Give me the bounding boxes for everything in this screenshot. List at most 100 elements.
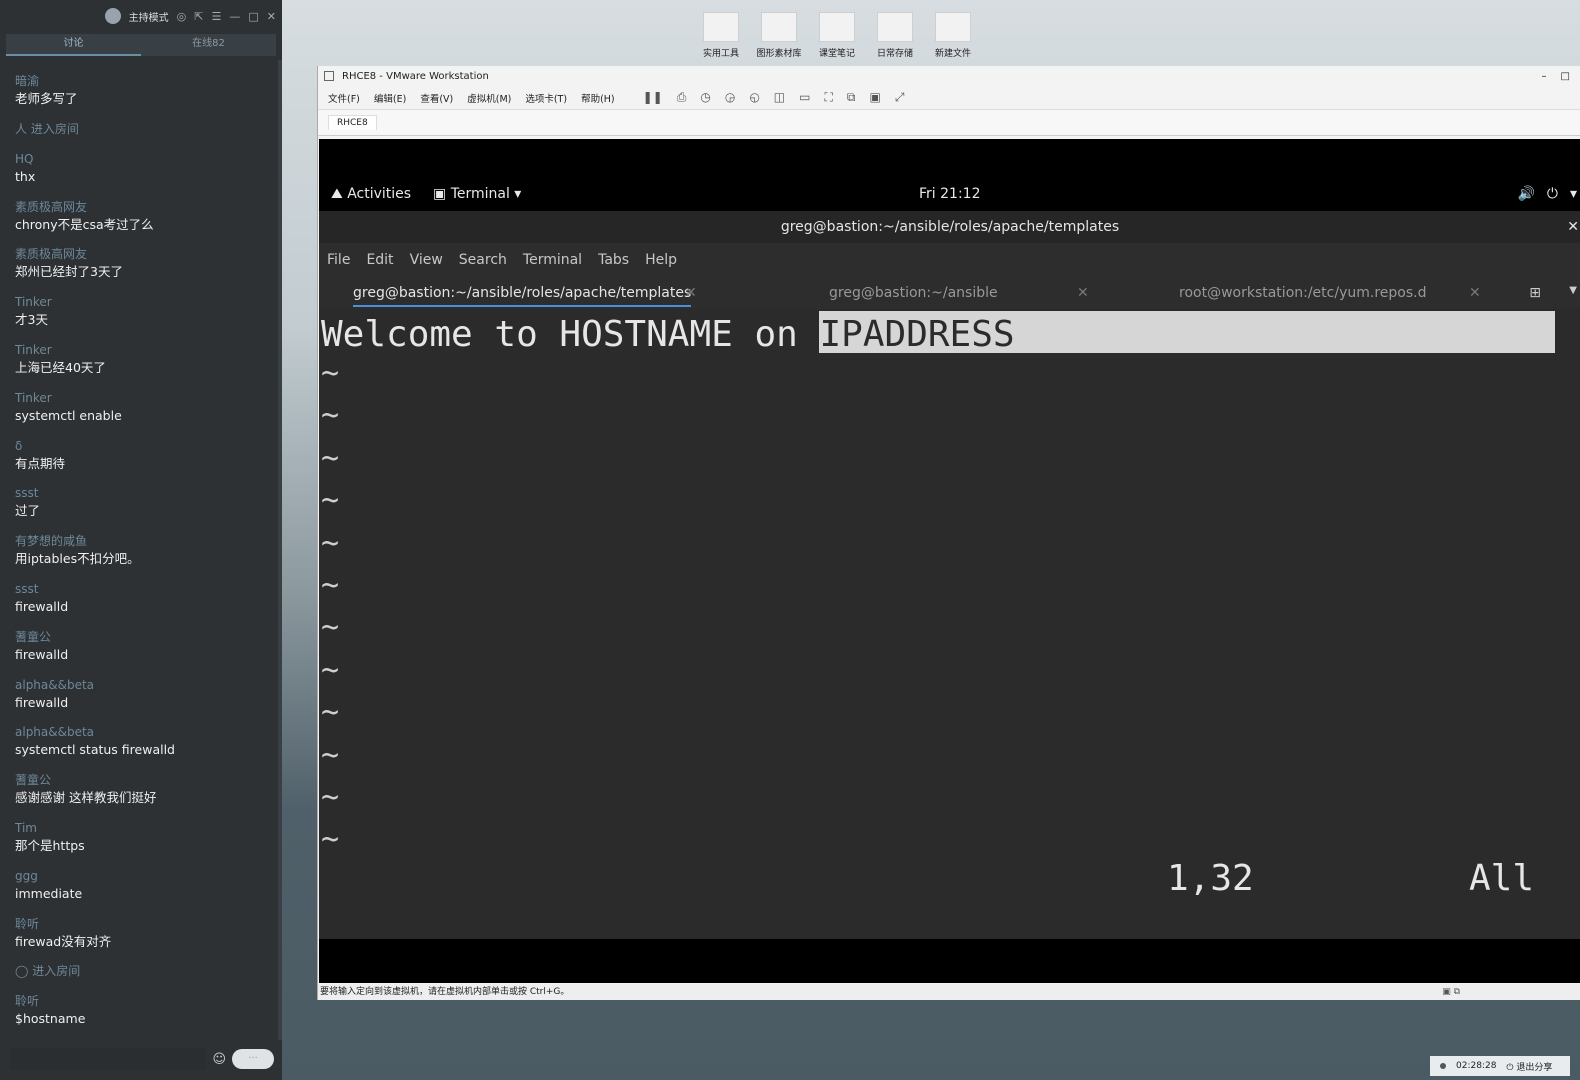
message-author[interactable]: 聆听 — [15, 992, 274, 1010]
vim-editor[interactable]: Welcome to HOSTNAME on IPADDRESS ~ ~ ~ ~ ~ ~ ~… — [319, 309, 1580, 939]
close-icon[interactable]: ✕ — [1567, 211, 1579, 243]
chat-topbar: 主持模式 ◎ ⇱ ☰ — □ ✕ — [0, 0, 282, 32]
maximize-icon[interactable]: □ — [1561, 71, 1570, 82]
volume-icon: 🔊 — [1517, 186, 1535, 202]
exit-share-button[interactable]: ⏻ 退出分享 — [1506, 1060, 1552, 1073]
message-author[interactable]: Tinker — [15, 341, 274, 359]
pause-icon[interactable]: ❚❚ — [643, 90, 663, 105]
unity-icon[interactable]: ⧉ — [847, 90, 856, 105]
menu-help[interactable]: Help — [645, 252, 677, 268]
menu-file[interactable]: 文件(F) — [328, 91, 360, 105]
guest-screen[interactable]: ⛰ Activities ▣ Terminal ▾ Fri 21:12 🔊 ⏻ … — [319, 139, 1580, 983]
menu-edit[interactable]: Edit — [366, 252, 393, 268]
chat-message: 暗渝 老师多写了 — [15, 72, 274, 120]
message-author[interactable]: ggg — [15, 867, 274, 885]
close-tab-icon[interactable]: ✕ — [1469, 285, 1481, 301]
tilde-line: ~ — [321, 356, 340, 391]
settings-icon[interactable]: ◎ — [177, 10, 187, 23]
vm-tabbar: RHCE8 — [318, 110, 1580, 136]
tab-discussion[interactable]: 讨论 — [6, 34, 141, 56]
menu-view[interactable]: 查看(V) — [420, 91, 453, 105]
tab-ansible[interactable]: greg@bastion:~/ansible — [829, 285, 998, 301]
message-author[interactable]: Tinker — [15, 389, 274, 407]
avatar[interactable] — [104, 8, 121, 24]
cursor-position: 1,32 — [1167, 858, 1254, 899]
maximize-icon[interactable]: □ — [248, 10, 258, 23]
menu-terminal[interactable]: Terminal — [523, 252, 582, 268]
chat-input[interactable] — [10, 1048, 207, 1070]
tilde-line: ~ — [321, 610, 340, 646]
menu-help[interactable]: 帮助(H) — [581, 91, 615, 105]
message-text: 过了 — [15, 503, 41, 519]
chat-message: Tinker 上海已经40天了 — [15, 341, 274, 389]
minimize-icon[interactable]: – — [1542, 71, 1547, 82]
terminal-window: greg@bastion:~/ansible/roles/apache/temp… — [319, 211, 1580, 939]
menu-tabs[interactable]: Tabs — [598, 252, 629, 268]
new-tab-icon[interactable]: ⊞ — [1529, 285, 1541, 301]
system-tray[interactable]: 🔊 ⏻ ▾ — [1517, 186, 1577, 202]
message-author[interactable]: δ — [15, 437, 274, 455]
message-author[interactable]: 暗渝 — [15, 72, 274, 90]
app-menu[interactable]: ▣ Terminal ▾ — [433, 186, 521, 202]
tab-templates[interactable]: greg@bastion:~/ansible/roles/apache/temp… — [353, 285, 692, 307]
snapshot-icon[interactable]: ◷ — [700, 90, 710, 105]
desktop-icon[interactable]: 课堂笔记 — [812, 12, 862, 59]
desktop-icon[interactable]: 日常存储 — [870, 12, 920, 59]
send-keys-icon[interactable]: ⎙ — [677, 90, 687, 105]
stretch-icon[interactable]: ⤢ — [895, 90, 905, 105]
sidebar-icon[interactable]: ◫ — [774, 90, 785, 105]
message-author[interactable]: 蓍童公 — [15, 628, 274, 646]
menu-view[interactable]: View — [410, 252, 443, 268]
menu-icon[interactable]: ☰ — [212, 10, 222, 23]
message-author[interactable]: 素质极高网友 — [15, 245, 274, 263]
close-tab-icon[interactable]: ✕ — [1077, 285, 1089, 301]
thumbnail-icon[interactable]: ▭ — [799, 90, 810, 105]
close-icon[interactable]: ✕ — [267, 10, 276, 23]
message-author[interactable]: alpha&&beta — [15, 723, 274, 741]
snapshot-manager-icon[interactable]: ◵ — [749, 90, 759, 105]
selected-text: IPADDRESS — [819, 314, 1015, 355]
clock[interactable]: Fri 21:12 — [919, 186, 980, 202]
message-author[interactable]: Tim — [15, 819, 274, 837]
message-author[interactable]: HQ — [15, 150, 274, 168]
message-text: immediate — [15, 885, 83, 901]
device-icons[interactable]: ▣ ⧉ — [1442, 984, 1460, 1000]
message-text: firewalld — [15, 646, 69, 662]
close-tab-icon[interactable]: ✕ — [685, 285, 697, 301]
menu-tabs[interactable]: 选项卡(T) — [525, 91, 567, 105]
message-author[interactable]: 聆听 — [15, 915, 274, 933]
message-author[interactable]: ssst — [15, 580, 274, 598]
desktop-icon[interactable]: 图形素材库 — [754, 12, 804, 59]
message-text: 用iptables不扣分吧。 — [15, 551, 140, 567]
message-author[interactable]: 蓍童公 — [15, 771, 274, 789]
chevron-down-icon[interactable]: ▼ — [1569, 285, 1577, 296]
console-icon[interactable]: ▣ — [869, 90, 880, 105]
message-author[interactable]: ssst — [15, 484, 274, 502]
tilde-line: ~ — [321, 695, 340, 731]
share-taskbar: 02:28:28 ⏻ 退出分享 — [1430, 1056, 1570, 1076]
send-button[interactable]: ··· — [232, 1049, 274, 1069]
message-author[interactable]: 有梦想的咸鱼 — [15, 532, 274, 550]
desktop-icon[interactable]: 实用工具 — [696, 12, 746, 59]
menu-file[interactable]: File — [327, 252, 350, 268]
tab-rhce8[interactable]: RHCE8 — [328, 115, 377, 130]
restore-snapshot-icon[interactable]: ◶ — [725, 90, 735, 105]
popout-icon[interactable]: ⇱ — [194, 10, 203, 23]
chat-message: 蓍童公 firewalld — [15, 628, 274, 676]
menu-vm[interactable]: 虚拟机(M) — [467, 91, 511, 105]
fullscreen-icon[interactable]: ⛶ — [824, 90, 832, 105]
minimize-icon[interactable]: — — [229, 10, 240, 23]
menu-edit[interactable]: 编辑(E) — [374, 91, 406, 105]
tab-yum-repos[interactable]: root@workstation:/etc/yum.repos.d — [1179, 285, 1426, 301]
message-author[interactable]: Tinker — [15, 293, 274, 311]
desktop-icon[interactable]: 新建文件 — [928, 12, 978, 59]
tab-online[interactable]: 在线82 — [141, 34, 276, 56]
message-author[interactable]: alpha&&beta — [15, 676, 274, 694]
tilde-line: ~ — [321, 780, 340, 815]
emoji-icon[interactable]: ☺ — [212, 1052, 226, 1067]
chat-message: alpha&&beta systemctl status firewalld — [15, 723, 274, 771]
folder-icon — [703, 12, 739, 42]
message-author[interactable]: 素质极高网友 — [15, 198, 274, 216]
activities-button[interactable]: ⛰ Activities — [331, 186, 411, 202]
menu-search[interactable]: Search — [459, 252, 507, 268]
